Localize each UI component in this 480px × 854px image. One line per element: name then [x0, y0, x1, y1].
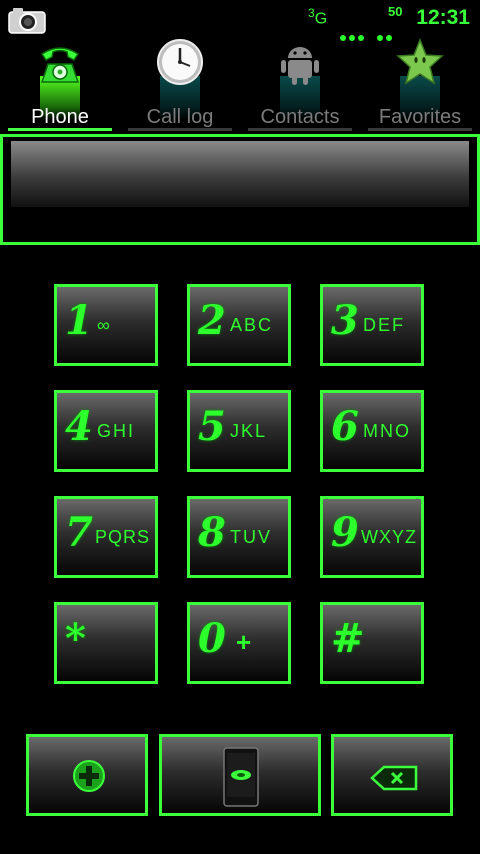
- key-digit: #: [331, 615, 365, 662]
- status-bar: 3G 50 12:31: [0, 0, 480, 41]
- add-contact-icon: [73, 760, 105, 792]
- key-4[interactable]: 4 GHI: [54, 390, 158, 472]
- tab-contacts[interactable]: Contacts: [240, 38, 360, 134]
- key-letters: +: [236, 627, 254, 657]
- key-7[interactable]: 7 PQRS: [54, 496, 158, 578]
- key-letters: GHI: [97, 421, 136, 441]
- voicemail-icon: ∞: [97, 315, 112, 335]
- network-type: 3G: [308, 6, 328, 28]
- key-star[interactable]: *: [54, 602, 158, 684]
- key-digit: 8: [198, 509, 226, 556]
- add-contact-button[interactable]: [26, 734, 148, 816]
- key-letters: JKL: [230, 421, 268, 441]
- key-digit: 6: [331, 403, 359, 450]
- key-letters: TUV: [230, 527, 272, 547]
- clock-time: 12:31: [416, 6, 470, 29]
- camera-icon: [8, 8, 46, 34]
- key-digit: *: [65, 615, 86, 662]
- key-5[interactable]: 5 JKL: [187, 390, 291, 472]
- android-icon: [281, 47, 319, 85]
- key-digit: 4: [65, 403, 93, 450]
- tab-label: Favorites: [378, 106, 462, 128]
- key-3[interactable]: 3 DEF: [320, 284, 424, 366]
- signal-dots-icon: [340, 26, 410, 41]
- delete-button[interactable]: [331, 734, 453, 816]
- clock-icon: [157, 39, 203, 85]
- tab-label: Phone: [31, 106, 89, 128]
- tab-phone[interactable]: Phone: [0, 38, 120, 134]
- key-letters: MNO: [363, 421, 411, 441]
- dial-display: [11, 141, 469, 207]
- key-digit: 2: [198, 297, 226, 344]
- signal-level: 50: [388, 4, 403, 19]
- backspace-icon: [370, 765, 418, 791]
- star-icon: [396, 38, 444, 85]
- tab-favorites[interactable]: Favorites: [360, 38, 480, 134]
- tab-call-log[interactable]: Call log: [120, 38, 240, 134]
- key-letters: ABC: [230, 315, 274, 335]
- key-digit: 5: [198, 403, 226, 450]
- key-1[interactable]: 1 ∞: [54, 284, 158, 366]
- tab-bar: Phone Call log Contacts Favorites: [0, 38, 480, 134]
- key-digit: 7: [65, 509, 93, 556]
- key-6[interactable]: 6 MNO: [320, 390, 424, 472]
- phone-icon: [40, 47, 80, 83]
- key-letters: PQRS: [95, 527, 151, 547]
- dial-field[interactable]: [0, 134, 480, 245]
- handset-device-icon: [223, 747, 259, 807]
- tab-label: Call log: [146, 106, 214, 128]
- call-button[interactable]: [159, 734, 321, 816]
- tab-label: Contacts: [260, 106, 340, 128]
- key-digit: 0: [198, 615, 226, 662]
- key-pound[interactable]: #: [320, 602, 424, 684]
- key-8[interactable]: 8 TUV: [187, 496, 291, 578]
- key-letters: DEF: [363, 315, 405, 335]
- key-9[interactable]: 9 WXYZ: [320, 496, 424, 578]
- key-digit: 9: [331, 509, 359, 556]
- key-digit: 3: [331, 297, 359, 344]
- key-0[interactable]: 0 +: [187, 602, 291, 684]
- key-2[interactable]: 2 ABC: [187, 284, 291, 366]
- key-letters: WXYZ: [361, 527, 417, 547]
- key-digit: 1: [65, 297, 93, 344]
